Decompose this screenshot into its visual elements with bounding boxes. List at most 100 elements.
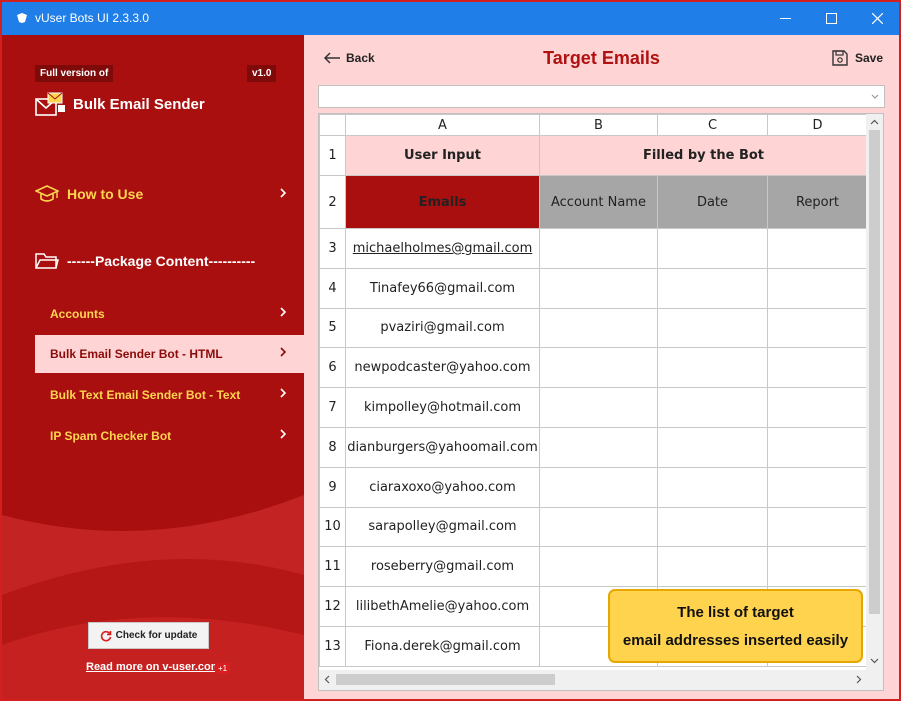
- account-name-cell[interactable]: [539, 546, 658, 588]
- column-header[interactable]: A: [345, 114, 540, 136]
- account-name-cell[interactable]: [539, 506, 658, 548]
- row-header[interactable]: 3: [319, 228, 346, 269]
- sidebar-item-accounts[interactable]: Accounts: [35, 295, 304, 333]
- formula-bar[interactable]: [318, 85, 885, 108]
- table-row: 4 Tinafey66@gmail.com: [319, 267, 868, 309]
- report-cell[interactable]: [767, 307, 868, 349]
- page-title: Target Emails: [543, 48, 660, 68]
- account-name-cell[interactable]: [539, 307, 658, 349]
- date-cell[interactable]: [657, 307, 768, 349]
- sidebar-item-bulk-text-email-sender[interactable]: Bulk Text Email Sender Bot - Text: [35, 376, 304, 414]
- report-cell[interactable]: [767, 228, 868, 269]
- sidebar-item-label: Bulk Email Sender Bot - HTML: [50, 347, 223, 361]
- account-name-cell[interactable]: [539, 387, 658, 428]
- filled-by-bot-group-header[interactable]: Filled by the Bot: [539, 135, 868, 176]
- account-name-cell[interactable]: [539, 228, 658, 269]
- report-cell[interactable]: [767, 387, 868, 428]
- app-logo-icon: [17, 13, 27, 23]
- email-cell[interactable]: Tinafey66@gmail.com: [345, 267, 540, 309]
- row-header[interactable]: 9: [319, 466, 346, 508]
- email-cell[interactable]: michaelholmes@gmail.com: [345, 228, 540, 269]
- scroll-left-icon[interactable]: [323, 675, 332, 684]
- email-cell[interactable]: dianburgers@yahoomail.com: [345, 426, 540, 468]
- row-header[interactable]: 5: [319, 307, 346, 349]
- email-cell[interactable]: sarapolley@gmail.com: [345, 506, 540, 548]
- row-header[interactable]: 8: [319, 426, 346, 468]
- report-column-header[interactable]: Report: [767, 175, 868, 229]
- row-header[interactable]: 6: [319, 347, 346, 389]
- chevron-right-icon: [280, 188, 287, 198]
- package-content-header: ------Package Content----------: [35, 242, 304, 280]
- column-header[interactable]: B: [539, 114, 658, 136]
- row-header[interactable]: 7: [319, 387, 346, 428]
- save-button[interactable]: Save: [831, 49, 883, 67]
- sidebar-item-ip-spam-checker[interactable]: IP Spam Checker Bot: [35, 417, 304, 455]
- refresh-icon: [100, 630, 111, 641]
- email-cell[interactable]: Fiona.derek@gmail.com: [345, 625, 540, 667]
- report-cell[interactable]: [767, 506, 868, 548]
- check-for-update-button[interactable]: Check for update: [88, 622, 209, 649]
- date-cell[interactable]: [657, 267, 768, 309]
- row-header[interactable]: 11: [319, 546, 346, 588]
- report-cell[interactable]: [767, 546, 868, 588]
- vertical-scrollbar[interactable]: [866, 114, 883, 670]
- row-header[interactable]: 1: [319, 135, 346, 176]
- date-cell[interactable]: [657, 347, 768, 389]
- report-cell[interactable]: [767, 347, 868, 389]
- scroll-right-icon[interactable]: [854, 675, 863, 684]
- horizontal-scrollbar[interactable]: [319, 670, 883, 690]
- table-row: 5 pvaziri@gmail.com: [319, 307, 868, 349]
- account-name-cell[interactable]: [539, 267, 658, 309]
- window-title: vUser Bots UI 2.3.3.0: [35, 11, 150, 25]
- email-cell[interactable]: ciaraxoxo@yahoo.com: [345, 466, 540, 508]
- chevron-down-icon[interactable]: [870, 92, 880, 102]
- email-cell[interactable]: kimpolley@hotmail.com: [345, 387, 540, 428]
- account-name-column-header[interactable]: Account Name: [539, 175, 658, 229]
- row-header[interactable]: 13: [319, 625, 346, 667]
- email-cell[interactable]: roseberry@gmail.com: [345, 546, 540, 588]
- app-window: vUser Bots UI 2.3.3.0 Full version of v1…: [0, 0, 901, 701]
- vertical-scroll-thumb[interactable]: [869, 130, 880, 614]
- graduation-cap-icon: [35, 185, 59, 202]
- close-icon: [871, 13, 883, 24]
- emails-column-header[interactable]: Emails: [345, 175, 540, 229]
- chevron-right-icon: [280, 307, 287, 317]
- report-cell[interactable]: [767, 267, 868, 309]
- date-cell[interactable]: [657, 426, 768, 468]
- date-cell[interactable]: [657, 387, 768, 428]
- column-header[interactable]: C: [657, 114, 768, 136]
- horizontal-scroll-thumb[interactable]: [336, 674, 555, 685]
- sidebar-item-label: IP Spam Checker Bot: [50, 429, 172, 443]
- minimize-button[interactable]: [762, 2, 808, 35]
- notification-badge: +1: [215, 663, 231, 674]
- date-cell[interactable]: [657, 546, 768, 588]
- maximize-icon: [825, 13, 837, 24]
- email-cell[interactable]: lilibethAmelie@yahoo.com: [345, 586, 540, 627]
- row-header[interactable]: 10: [319, 506, 346, 548]
- user-input-group-header[interactable]: User Input: [345, 135, 540, 176]
- account-name-cell[interactable]: [539, 347, 658, 389]
- email-cell[interactable]: newpodcaster@yahoo.com: [345, 347, 540, 389]
- scroll-up-icon[interactable]: [870, 118, 879, 127]
- row-header[interactable]: 12: [319, 586, 346, 627]
- maximize-button[interactable]: [808, 2, 854, 35]
- corner-cell[interactable]: [319, 114, 346, 136]
- row-header[interactable]: 4: [319, 267, 346, 309]
- date-cell[interactable]: [657, 228, 768, 269]
- table-row: 7 kimpolley@hotmail.com: [319, 387, 868, 428]
- date-column-header[interactable]: Date: [657, 175, 768, 229]
- read-more-link[interactable]: Read more on v-user.com: [86, 661, 221, 673]
- date-cell[interactable]: [657, 466, 768, 508]
- date-cell[interactable]: [657, 506, 768, 548]
- column-header[interactable]: D: [767, 114, 868, 136]
- scroll-down-icon[interactable]: [870, 656, 879, 665]
- report-cell[interactable]: [767, 466, 868, 508]
- email-cell[interactable]: pvaziri@gmail.com: [345, 307, 540, 349]
- account-name-cell[interactable]: [539, 426, 658, 468]
- sidebar-item-bulk-email-sender-html[interactable]: Bulk Email Sender Bot - HTML: [35, 335, 304, 373]
- how-to-use-link[interactable]: How to Use: [35, 175, 304, 213]
- close-button[interactable]: [854, 2, 899, 35]
- row-header[interactable]: 2: [319, 175, 346, 229]
- account-name-cell[interactable]: [539, 466, 658, 508]
- report-cell[interactable]: [767, 426, 868, 468]
